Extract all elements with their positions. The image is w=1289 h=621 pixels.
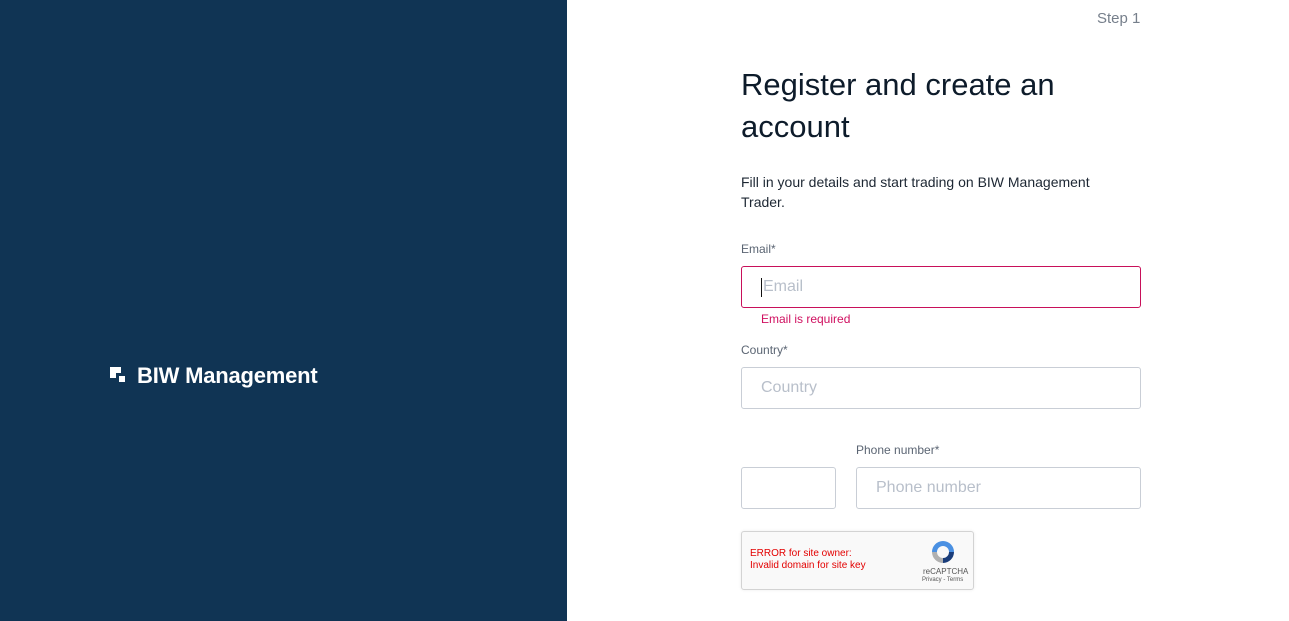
brand-logo-icon bbox=[110, 366, 129, 386]
country-label: Country* bbox=[741, 343, 788, 357]
recaptcha-widget[interactable]: ERROR for site owner: Invalid domain for… bbox=[741, 531, 974, 590]
recaptcha-links[interactable]: Privacy - Terms bbox=[922, 577, 963, 583]
phone-label: Phone number* bbox=[856, 443, 940, 457]
phone-code-field[interactable] bbox=[741, 467, 836, 509]
brand-panel: BIW Management bbox=[0, 0, 567, 621]
page-subtitle: Fill in your details and start trading o… bbox=[741, 174, 1090, 210]
phone-placeholder: Phone number bbox=[876, 479, 981, 496]
recaptcha-error-line1: ERROR for site owner: bbox=[750, 548, 852, 559]
recaptcha-icon bbox=[932, 541, 954, 563]
brand-name: BIW Management bbox=[137, 363, 318, 388]
step-indicator: Step 1 bbox=[1097, 10, 1141, 27]
recaptcha-error-line2: Invalid domain for site key bbox=[750, 560, 866, 571]
text-cursor bbox=[761, 277, 762, 297]
email-placeholder: Email bbox=[763, 278, 804, 295]
country-field[interactable]: Country bbox=[741, 367, 1141, 409]
registration-panel: Step 1 Register and create an account Fi… bbox=[567, 0, 1289, 621]
phone-number-field[interactable]: Phone number bbox=[856, 467, 1141, 509]
email-error-message: Email is required bbox=[761, 312, 851, 326]
country-placeholder: Country bbox=[761, 379, 818, 396]
recaptcha-brand: reCAPTCHA bbox=[923, 567, 969, 576]
brand-logo-lockup: BIW Management bbox=[110, 363, 318, 389]
email-field[interactable]: Email bbox=[741, 266, 1141, 308]
recaptcha-error-message: ERROR for site owner: Invalid domain for… bbox=[750, 548, 866, 572]
page-title: Register and create an account bbox=[741, 67, 1055, 144]
email-label: Email* bbox=[741, 242, 776, 256]
registration-form-header: Register and create an account Fill in y… bbox=[741, 64, 1141, 212]
